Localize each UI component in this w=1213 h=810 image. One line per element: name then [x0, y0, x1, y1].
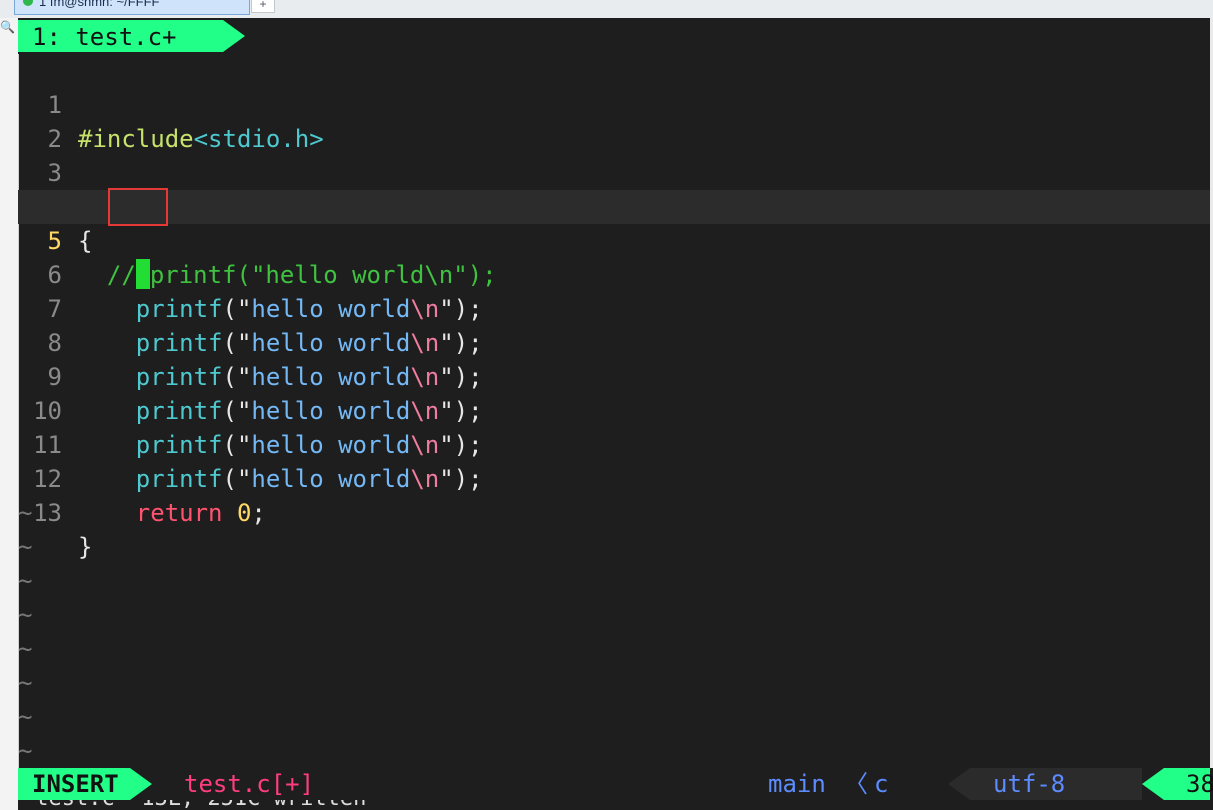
code-line-2: 2 [18, 88, 1210, 153]
tilde-marker: ~ [18, 669, 33, 697]
terminal-session-tab[interactable]: 1 fm@shmh: ~/FFFF [14, 0, 250, 15]
code-line-11: 11 printf("hello world\n"); [18, 394, 1210, 493]
vim-command-line[interactable]: "test.c" 13L, 251C written [18, 800, 1210, 810]
command-line-message: "test.c" 13L, 251C written [22, 800, 366, 810]
chevron-left-icon: 〈 [844, 770, 868, 798]
buffer-tab-arrow-icon [223, 20, 245, 52]
tilde-marker: ~ [18, 499, 33, 527]
empty-line-marker: ~ [18, 632, 1210, 666]
code-line-5-current: 5 //printf("hello world\n"); [18, 190, 1210, 289]
left-side-panel: 🔍 [0, 18, 19, 810]
code-line-10: 10 printf("hello world\n"); [18, 360, 1210, 459]
new-tab-button[interactable]: + [251, 0, 275, 13]
code-line-12: 12 return 0; [18, 428, 1210, 527]
empty-line-marker: ~ [18, 734, 1210, 768]
position-arrow-icon [1142, 768, 1164, 800]
tilde-marker: ~ [18, 703, 33, 731]
vim-tabline: 1: test.c+ [18, 18, 1210, 54]
file-encoding: utf-8 [993, 770, 1066, 798]
tilde-marker: ~ [18, 601, 33, 629]
search-icon[interactable]: 🔍 [0, 20, 15, 34]
encoding-arrow-icon [948, 768, 970, 800]
current-function: main [768, 770, 826, 798]
code-line-3: 3 int main() [18, 122, 1210, 221]
code-line-1: 1 #include<stdio.h> [18, 54, 1210, 153]
vim-statusline: INSERT test.c[+] main 〈 c utf-8 38 [18, 768, 1213, 800]
code-line-9: 9 printf("hello world\n"); [18, 326, 1210, 425]
empty-line-marker: ~ [18, 598, 1210, 632]
code-line-13: 13 } [18, 462, 1210, 561]
terminal-session-tab-title: 1 fm@shmh: ~/FFFF [39, 0, 160, 9]
file-type: c [874, 770, 889, 798]
code-line-6: 6 printf("hello world\n"); [18, 224, 1210, 323]
code-line-8: 8 printf("hello world\n"); [18, 292, 1210, 391]
mode-arrow-icon [130, 768, 152, 800]
code-line-4: 4 { [18, 156, 1210, 255]
file-name: test.c[+] [184, 770, 315, 798]
code-line-7: 7 printf("hello world\n"); [18, 258, 1210, 357]
tilde-marker: ~ [18, 533, 33, 561]
empty-line-marker: ~ [18, 666, 1210, 700]
mode-indicator: INSERT [18, 768, 130, 800]
empty-line-marker: ~ [18, 496, 1210, 530]
empty-line-marker: ~ [18, 700, 1210, 734]
buffer-tab-test-c[interactable]: 1: test.c+ [18, 20, 223, 52]
code-editor[interactable]: 1 #include<stdio.h> 2 3 int main() 4 { 5… [18, 54, 1210, 768]
session-status-icon [23, 0, 33, 6]
cursor-position: 38 [1186, 770, 1213, 798]
empty-line-marker: ~ [18, 530, 1210, 564]
empty-line-marker: ~ [18, 564, 1210, 598]
tilde-marker: ~ [18, 635, 33, 663]
tilde-marker: ~ [18, 567, 33, 595]
tilde-marker: ~ [18, 737, 33, 765]
window-titlebar: 1 fm@shmh: ~/FFFF + [0, 0, 1213, 18]
